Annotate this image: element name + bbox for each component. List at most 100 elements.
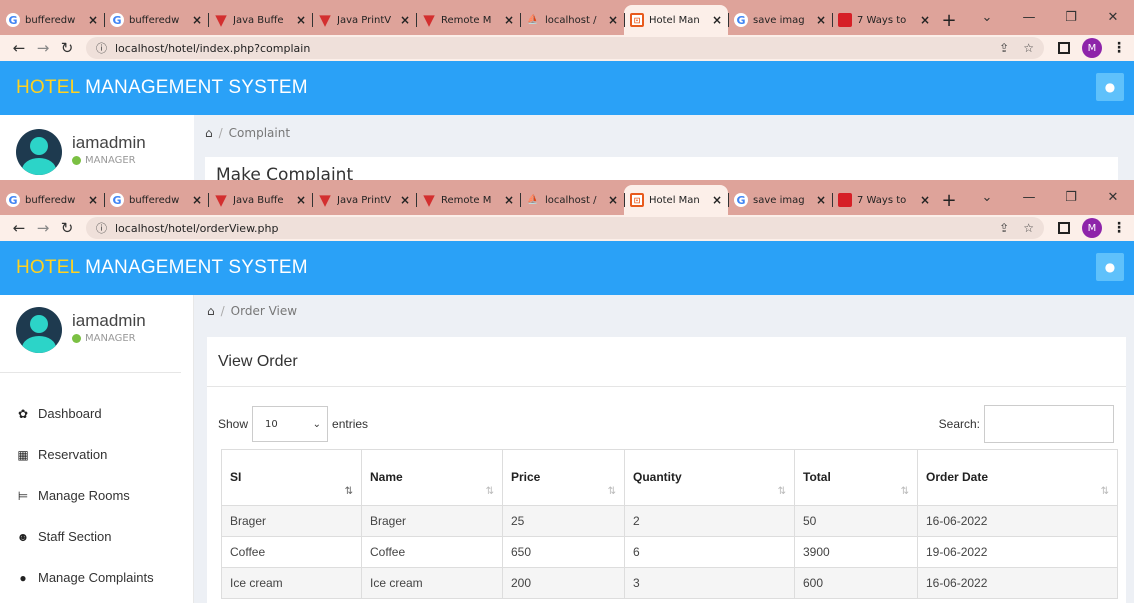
- close-tab-icon[interactable]: ×: [296, 13, 306, 27]
- browser-tab[interactable]: ▼ Java PrintV ×: [312, 185, 416, 215]
- breadcrumb-current: Complaint: [228, 126, 291, 140]
- tab-title: Remote M: [441, 194, 492, 206]
- browser-tab[interactable]: 7 Ways to ×: [832, 185, 936, 215]
- browser-tab[interactable]: ⊡ Hotel Man ×: [624, 185, 728, 215]
- bottom-url-field[interactable]: ⓘ localhost/hotel/orderView.php ⇪ ☆: [86, 217, 1044, 239]
- restore-button[interactable]: ❐: [1050, 10, 1092, 25]
- column-header-order-date[interactable]: Order Date ⇅: [917, 449, 1118, 506]
- home-icon[interactable]: ⌂: [207, 304, 215, 318]
- browser-tab[interactable]: Gsave imag ×: [728, 5, 832, 35]
- browser-tab[interactable]: Gbufferedw ×: [104, 185, 208, 215]
- column-header-name[interactable]: Name ⇅: [361, 449, 503, 506]
- column-header-quantity[interactable]: Quantity ⇅: [624, 449, 795, 506]
- home-icon[interactable]: ⌂: [205, 126, 213, 140]
- close-window-button[interactable]: ✕: [1092, 190, 1134, 205]
- panel-title: Make Complaint: [216, 165, 354, 180]
- close-tab-icon[interactable]: ×: [88, 193, 98, 207]
- back-icon[interactable]: ←: [8, 219, 30, 237]
- column-header-total[interactable]: Total ⇅: [794, 449, 918, 506]
- close-tab-icon[interactable]: ×: [88, 13, 98, 27]
- new-tab-button[interactable]: +: [936, 5, 962, 35]
- new-tab-button[interactable]: +: [936, 185, 962, 215]
- sort-icon: ⇅: [1100, 486, 1109, 497]
- close-tab-icon[interactable]: ×: [400, 193, 410, 207]
- browser-tab[interactable]: Gbufferedw ×: [0, 185, 104, 215]
- sidebar-item-staff-section[interactable]: ☻ Staff Section: [0, 516, 193, 557]
- browser-tab[interactable]: ▼ Remote M ×: [416, 185, 520, 215]
- profile-avatar-button[interactable]: M: [1082, 38, 1102, 58]
- close-tab-icon[interactable]: ×: [608, 193, 618, 207]
- close-tab-icon[interactable]: ×: [608, 13, 618, 27]
- close-tab-icon[interactable]: ×: [816, 193, 826, 207]
- close-tab-icon[interactable]: ×: [712, 193, 722, 207]
- v-icon: ▼: [215, 191, 227, 209]
- back-icon[interactable]: ←: [8, 39, 30, 57]
- search-input[interactable]: [984, 405, 1114, 443]
- browser-menu-icon[interactable]: ⋮: [1112, 40, 1126, 56]
- google-icon: G: [110, 193, 124, 207]
- table-cell: 16-06-2022: [917, 567, 1118, 599]
- top-url-field[interactable]: ⓘ localhost/hotel/index.php?complain ⇪ ☆: [86, 37, 1044, 59]
- bookmark-star-icon[interactable]: ☆: [1023, 221, 1034, 235]
- browser-tab[interactable]: Gbufferedw ×: [0, 5, 104, 35]
- reload-icon[interactable]: ↻: [56, 39, 78, 57]
- app-body: iamadmin MANAGER ✿ Dashboard ▦ Reservati…: [0, 295, 1134, 603]
- minimize-button[interactable]: —: [1008, 190, 1050, 205]
- sidebar-item-reservation[interactable]: ▦ Reservation: [0, 434, 193, 475]
- sidebar-item-manage-complaints[interactable]: ● Manage Complaints: [0, 557, 193, 598]
- tab-search-icon[interactable]: ⌄: [966, 190, 1008, 205]
- table-header-row: SI ⇅ Name ⇅ Price ⇅ Quantity ⇅ Total ⇅ Order …: [221, 449, 1118, 506]
- close-tab-icon[interactable]: ×: [192, 13, 202, 27]
- browser-tab[interactable]: ▼ Remote M ×: [416, 5, 520, 35]
- browser-tab[interactable]: Gbufferedw ×: [104, 5, 208, 35]
- hotel-icon: ⊡: [630, 193, 644, 207]
- browser-tab[interactable]: ⊡ Hotel Man ×: [624, 5, 728, 35]
- close-tab-icon[interactable]: ×: [192, 193, 202, 207]
- brand-title[interactable]: HOTEL MANAGEMENT SYSTEM: [16, 77, 308, 99]
- column-header-si[interactable]: SI ⇅: [221, 449, 362, 506]
- comments-icon: ●: [19, 570, 27, 585]
- browser-tab[interactable]: ▼ Java PrintV ×: [312, 5, 416, 35]
- close-tab-icon[interactable]: ×: [816, 13, 826, 27]
- tab-search-icon[interactable]: ⌄: [966, 10, 1008, 25]
- browser-tab[interactable]: Gsave imag ×: [728, 185, 832, 215]
- sidebar-item-manage-rooms[interactable]: ⊨ Manage Rooms: [0, 475, 193, 516]
- close-tab-icon[interactable]: ×: [296, 193, 306, 207]
- browser-menu-icon[interactable]: ⋮: [1112, 220, 1126, 236]
- close-tab-icon[interactable]: ×: [504, 193, 514, 207]
- restore-button[interactable]: ❐: [1050, 190, 1092, 205]
- close-tab-icon[interactable]: ×: [400, 13, 410, 27]
- browser-tab[interactable]: ▼ Java Buffe ×: [208, 185, 312, 215]
- side-panel-icon[interactable]: [1058, 42, 1070, 54]
- info-icon[interactable]: ⓘ: [96, 40, 107, 56]
- forward-icon[interactable]: →: [32, 39, 54, 57]
- close-tab-icon[interactable]: ×: [712, 13, 722, 27]
- reload-icon[interactable]: ↻: [56, 219, 78, 237]
- table-row: Coffee Coffee 650 6 3900 19-06-2022: [221, 536, 1118, 568]
- bookmark-star-icon[interactable]: ☆: [1023, 41, 1034, 55]
- close-tab-icon[interactable]: ×: [920, 193, 930, 207]
- column-header-price[interactable]: Price ⇅: [502, 449, 625, 506]
- close-window-button[interactable]: ✕: [1092, 10, 1134, 25]
- browser-tab[interactable]: ▼ Java Buffe ×: [208, 5, 312, 35]
- share-icon[interactable]: ⇪: [999, 221, 1009, 235]
- user-menu-button[interactable]: ●: [1096, 73, 1124, 101]
- minimize-button[interactable]: —: [1008, 10, 1050, 25]
- forward-icon[interactable]: →: [32, 219, 54, 237]
- browser-tab[interactable]: 7 Ways to ×: [832, 5, 936, 35]
- browser-tab[interactable]: ⛵ localhost / ×: [520, 185, 624, 215]
- close-tab-icon[interactable]: ×: [504, 13, 514, 27]
- v-icon: ▼: [423, 11, 435, 29]
- sidebar-item-dashboard[interactable]: ✿ Dashboard: [0, 393, 193, 434]
- user-menu-button[interactable]: ●: [1096, 253, 1124, 281]
- share-icon[interactable]: ⇪: [999, 41, 1009, 55]
- info-icon[interactable]: ⓘ: [96, 220, 107, 236]
- entries-select[interactable]: 10 ⌄: [252, 406, 329, 442]
- brand-title[interactable]: HOTEL MANAGEMENT SYSTEM: [16, 257, 308, 279]
- make-complaint-panel: Make Complaint: [205, 157, 1118, 180]
- close-tab-icon[interactable]: ×: [920, 13, 930, 27]
- side-panel-icon[interactable]: [1058, 222, 1070, 234]
- profile-avatar-button[interactable]: M: [1082, 218, 1102, 238]
- browser-tab[interactable]: ⛵ localhost / ×: [520, 5, 624, 35]
- profile-role: MANAGER: [72, 155, 146, 166]
